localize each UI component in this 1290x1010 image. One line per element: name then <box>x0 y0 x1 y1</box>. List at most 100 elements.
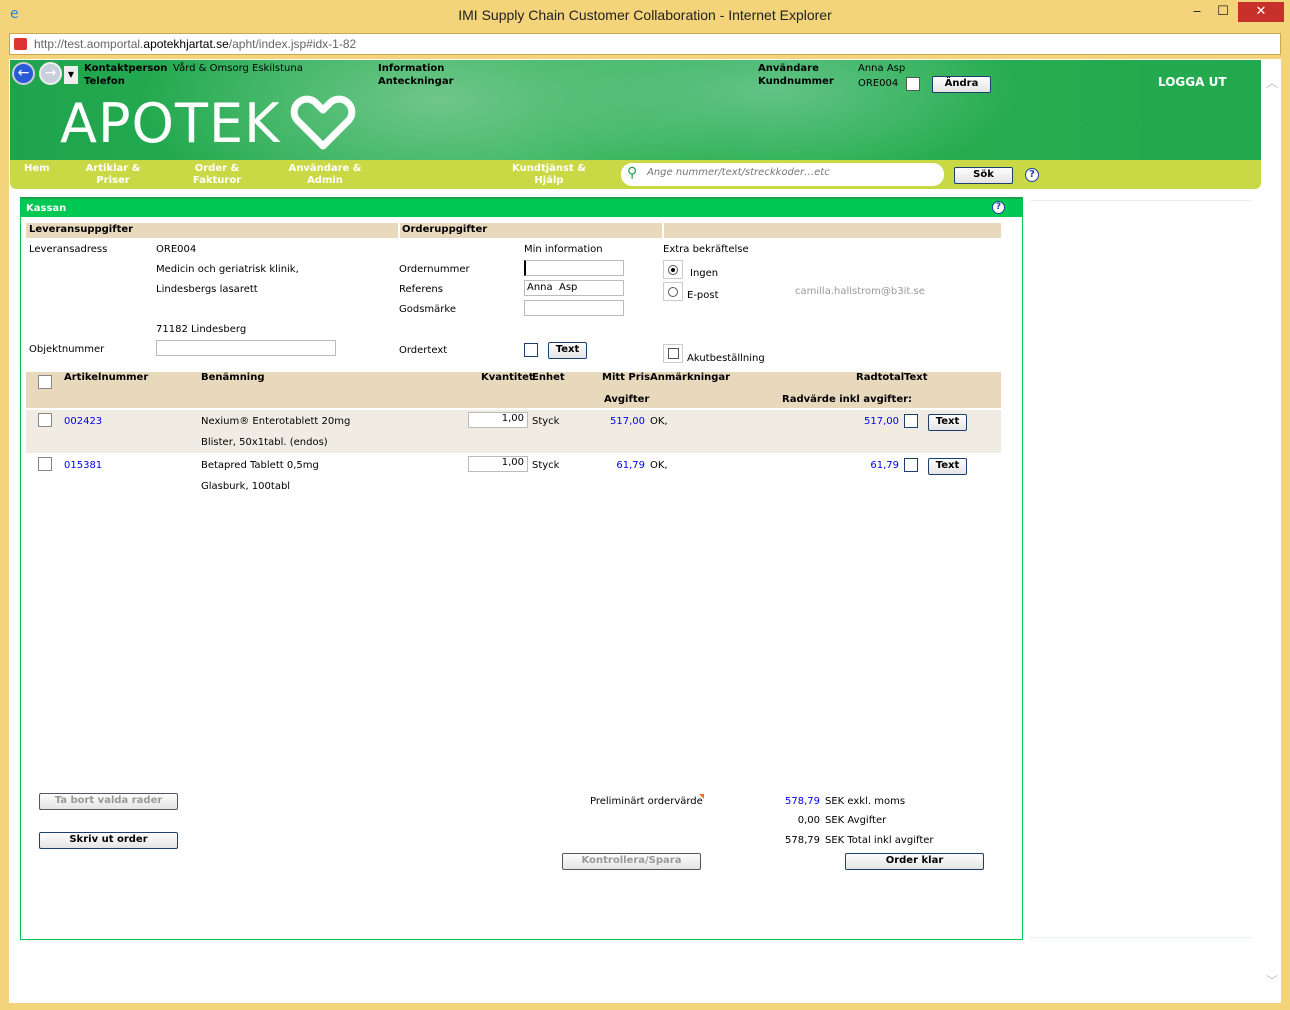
nav-support[interactable]: Kundtjänst & Hjälp <box>506 163 592 187</box>
qty-input[interactable]: 1,00 <box>468 456 528 472</box>
close-button[interactable]: ✕ <box>1238 2 1284 22</box>
ordertext-checkbox[interactable] <box>524 343 538 357</box>
radio-none-label: Ingen <box>690 268 719 279</box>
price: 61,79 <box>616 460 645 471</box>
order-number-label: Ordernummer <box>399 264 470 275</box>
nav-users[interactable]: Användare & Admin <box>284 163 366 187</box>
change-button[interactable]: Ändra <box>932 76 991 93</box>
address-bar[interactable]: http://test.aomportal.apotekhjartat.se/a… <box>9 33 1281 55</box>
row-checkbox[interactable] <box>38 457 52 471</box>
row-total: 61,79 <box>870 460 899 471</box>
extra-header-bg <box>664 223 1001 238</box>
object-input[interactable] <box>156 340 336 356</box>
search-icon: ⚲ <box>627 165 638 181</box>
my-info-label: Min information <box>524 244 603 255</box>
total-value: 578,79 <box>785 835 820 846</box>
col-article: Artikelnummer <box>64 372 149 383</box>
help-icon[interactable]: ? <box>1025 168 1039 182</box>
remarks: OK, <box>650 460 668 471</box>
print-order-button[interactable]: Skriv ut order <box>39 832 178 849</box>
reference-label: Referens <box>399 284 443 295</box>
price: 517,00 <box>610 416 645 427</box>
col-name: Benämning <box>201 372 265 383</box>
scroll-down-icon[interactable]: ﹀ <box>1266 972 1278 989</box>
row-text-checkbox[interactable] <box>904 414 918 428</box>
prelim-label: Preliminärt ordervärde <box>590 796 703 807</box>
notes-link[interactable]: Anteckningar <box>378 76 454 87</box>
maximize-button[interactable]: ☐ <box>1208 2 1238 22</box>
history-dropdown-icon[interactable]: ▼ <box>64 66 78 84</box>
excl-value: 578,79 <box>785 796 820 807</box>
url-domain: apotekhjartat.se <box>143 37 229 51</box>
urgent-label: Akutbeställning <box>687 353 765 364</box>
panel-help-icon[interactable]: ? <box>992 201 1005 214</box>
excl-label: SEK exkl. moms <box>825 796 906 807</box>
reference-input[interactable]: Anna Asp <box>524 280 624 296</box>
article-desc: Blister, 50x1tabl. (endos) <box>201 437 328 448</box>
nav-articles[interactable]: Artiklar & Priser <box>82 163 144 187</box>
window-title: IMI Supply Chain Customer Collaboration … <box>458 7 832 23</box>
address-line: Lindesbergs lasarett <box>156 284 258 295</box>
page-icon <box>14 38 27 50</box>
radio-none[interactable] <box>663 260 683 279</box>
search-input[interactable] <box>647 167 927 178</box>
goods-input[interactable] <box>524 300 624 316</box>
contact-label: Kontaktperson <box>84 63 168 74</box>
address-line: Medicin och geriatrisk klinik, <box>156 264 299 275</box>
urgent-checkbox[interactable] <box>663 344 683 363</box>
article-link[interactable]: 002423 <box>64 416 102 427</box>
apotek-logo: APOTEK <box>60 94 359 154</box>
qty-input[interactable]: 1,00 <box>468 412 528 428</box>
order-number-input[interactable] <box>524 260 624 276</box>
col-price: Mitt Pris <box>602 372 651 383</box>
ordertext-button[interactable]: Text <box>548 342 587 359</box>
article-name: Betapred Tablett 0,5mg <box>201 460 319 471</box>
total-label: SEK Total inkl avgifter <box>825 835 934 846</box>
article-link[interactable]: 015381 <box>64 460 102 471</box>
customer-label: Kundnummer <box>758 76 834 87</box>
extra-confirm-label: Extra bekräftelse <box>663 244 749 255</box>
user-label: Användare <box>758 63 819 74</box>
forward-icon[interactable]: → <box>39 62 62 85</box>
remove-rows-button[interactable]: Ta bort valda rader <box>39 793 178 810</box>
radio-email[interactable] <box>663 282 683 301</box>
check-save-button[interactable]: Kontrollera/Spara <box>562 853 701 870</box>
phone-label: Telefon <box>84 76 125 87</box>
customer-checkbox[interactable] <box>906 77 920 91</box>
col-fees: Avgifter <box>604 394 650 405</box>
unit: Styck <box>532 460 560 471</box>
unit: Styck <box>532 416 560 427</box>
nav-home[interactable]: Hem <box>24 163 50 175</box>
user-value: Anna Asp <box>858 63 906 74</box>
row-total: 517,00 <box>864 416 899 427</box>
select-all-checkbox[interactable] <box>38 375 52 389</box>
row-text-button[interactable]: Text <box>928 458 967 475</box>
back-icon[interactable]: ← <box>12 62 35 85</box>
row-text-checkbox[interactable] <box>904 458 918 472</box>
object-label: Objektnummer <box>29 344 105 355</box>
information-link[interactable]: Information <box>378 63 444 74</box>
col-qty: Kvantitet <box>481 372 534 383</box>
article-desc: Glasburk, 100tabl <box>201 481 291 492</box>
scroll-up-icon[interactable]: ︿ <box>1266 74 1278 91</box>
search-button[interactable]: Sök <box>954 167 1013 184</box>
row-checkbox[interactable] <box>38 413 52 427</box>
address-line: ORE004 <box>156 244 197 255</box>
checkout-panel <box>20 197 1023 940</box>
article-name: Nexium® Enterotablett 20mg <box>201 416 351 427</box>
col-row-value: Radvärde inkl avgifter: <box>782 394 913 405</box>
delivery-header: Leveransuppgifter <box>29 224 134 235</box>
order-done-button[interactable]: Order klar <box>845 853 984 870</box>
order-header: Orderuppgifter <box>402 224 488 235</box>
customer-value: ORE004 <box>858 78 899 89</box>
nav-orders[interactable]: Order & Fakturor <box>188 163 246 187</box>
remarks: OK, <box>650 416 668 427</box>
side-area <box>1030 200 1252 938</box>
search-field[interactable]: ⚲ <box>621 163 944 186</box>
row-text-button[interactable]: Text <box>928 414 967 431</box>
confirm-email: camilla.hallstrom@b3it.se <box>795 286 925 297</box>
logout-link[interactable]: LOGGA UT <box>1158 75 1227 89</box>
fees-value: 0,00 <box>797 815 820 826</box>
goods-label: Godsmärke <box>399 304 456 315</box>
address-label: Leveransadress <box>29 244 108 255</box>
